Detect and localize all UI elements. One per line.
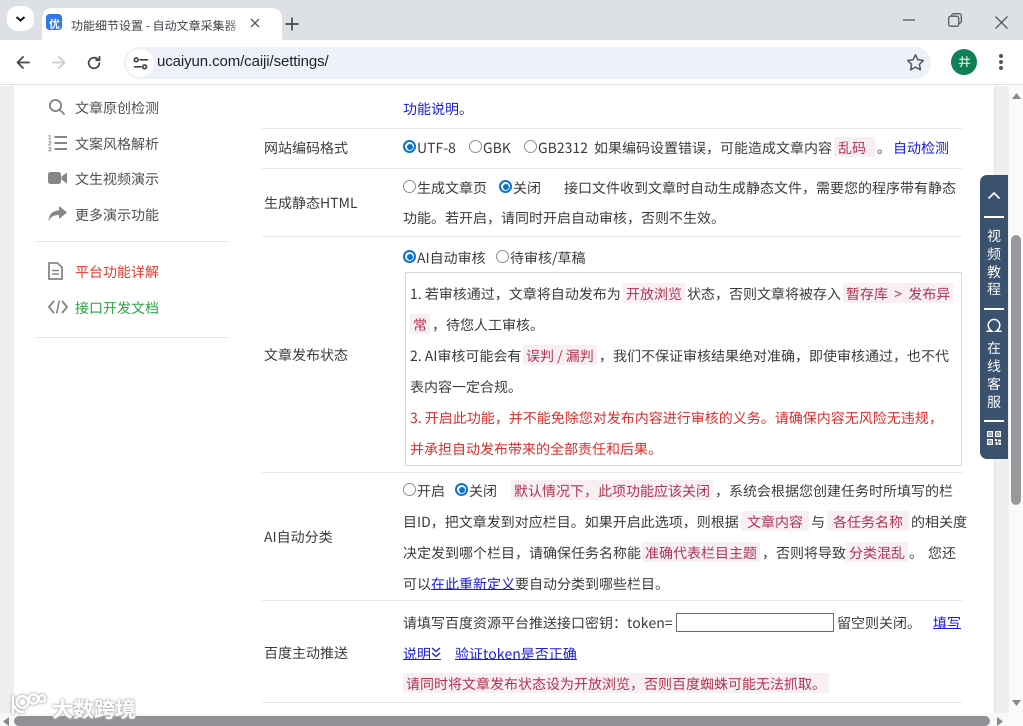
svg-text:3: 3	[48, 147, 52, 153]
